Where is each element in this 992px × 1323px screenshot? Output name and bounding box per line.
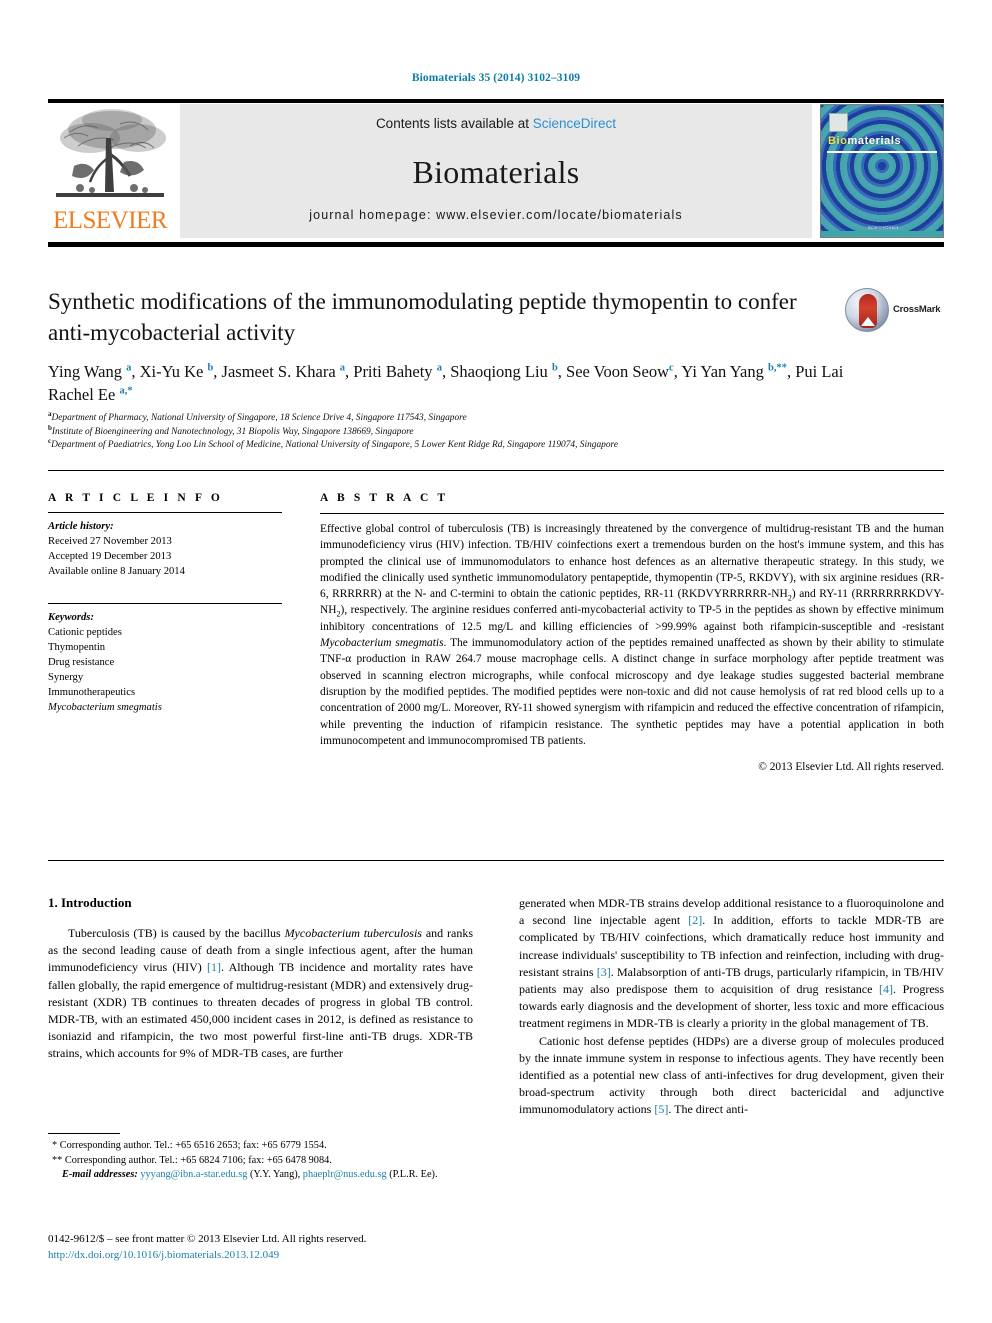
cover-footer-text: ScienceDirect [867, 225, 899, 230]
page-title: Synthetic modifications of the immunomod… [48, 289, 797, 345]
section-heading-introduction: 1. Introduction [48, 895, 132, 910]
email-owner-2: (P.L.R. Ee). [389, 1169, 438, 1181]
keyword-item: Drug resistance [48, 657, 115, 668]
masthead-center-band: Contents lists available at ScienceDirec… [180, 104, 812, 238]
journal-cover-thumbnail: Biomaterials ScienceDirect [820, 104, 944, 238]
affiliation-list: aDepartment of Pharmacy, National Univer… [48, 409, 618, 451]
body-column-left: 1. Introduction Tuberculosis (TB) is cau… [48, 895, 473, 1063]
elsevier-wordmark: ELSEVIER [52, 207, 168, 234]
footnote-corresponding-1: * Corresponding author. Tel.: +65 6516 2… [52, 1140, 327, 1151]
journal-title: Biomaterials [412, 154, 580, 190]
article-info-rule [48, 512, 282, 513]
footnote-corresponding-2: ** Corresponding author. Tel.: +65 6824 … [52, 1154, 332, 1166]
intro-paragraph-1: Tuberculosis (TB) is caused by the bacil… [48, 926, 474, 1061]
footnote-emails: E-mail addresses: yyyang@ibn.a-star.edu.… [62, 1169, 438, 1181]
article-info-heading: A R T I C L E I N F O [48, 492, 223, 504]
journal-homepage-link[interactable]: journal homepage: www.elsevier.com/locat… [180, 208, 812, 222]
crossmark-badge[interactable]: CrossMark [845, 288, 945, 334]
elsevier-logo: ELSEVIER [48, 104, 172, 238]
paper-page: Biomaterials 35 (2014) 3102–3109 ELSEVIE… [0, 0, 992, 1323]
footer-imprint: 0142-9612/$ – see front matter © 2013 El… [48, 1232, 568, 1263]
email-link-1[interactable]: yyyang@ibn.a-star.edu.sg [140, 1169, 247, 1180]
email-link-2[interactable]: phaeplr@nus.edu.sg [303, 1169, 387, 1180]
keywords-block: Keywords: Cationic peptides Thymopentin … [48, 603, 284, 715]
abstract-rule [320, 513, 944, 514]
doi-link[interactable]: http://dx.doi.org/10.1016/j.biomaterials… [48, 1248, 568, 1264]
keyword-item: Cationic peptides [48, 627, 122, 638]
abstract-column: A B S T R A C T Effective global control… [320, 492, 944, 773]
crossmark-label: CrossMark [893, 304, 941, 315]
cover-title-rest: materials [847, 135, 902, 147]
author-list: Ying Wang a, Xi-Yu Ke b, Jasmeet S. Khar… [48, 362, 844, 404]
email-owner-1: (Y.Y. Yang) [249, 1169, 298, 1181]
keyword-item-italic: Mycobacterium smegmatis [48, 702, 162, 713]
issn-line: 0142-9612/$ – see front matter © 2013 El… [48, 1233, 367, 1245]
running-head: Biomaterials 35 (2014) 3102–3109 [411, 72, 581, 84]
footnote-block: * Corresponding author. Tel.: +65 6516 2… [48, 1139, 473, 1183]
abstract-body: Effective global control of tuberculosis… [320, 523, 945, 747]
keyword-item: Thymopentin [48, 642, 106, 653]
intro-paragraph-1-continued: generated when MDR-TB strains develop ad… [519, 896, 944, 1031]
info-band-bottom-rule [48, 860, 944, 861]
article-history-accepted: Accepted 19 December 2013 [48, 551, 172, 562]
cover-title: Biomaterials [828, 135, 901, 147]
masthead-bottom-rule [48, 242, 944, 247]
keywords-label: Keywords: [48, 612, 94, 623]
cover-title-underline [827, 151, 937, 153]
article-history-online: Available online 8 January 2014 [48, 566, 185, 577]
article-history-label: Article history: [48, 521, 114, 532]
keyword-item: Synergy [48, 672, 84, 683]
email-addresses-label: E-mail addresses: [62, 1169, 138, 1181]
elsevier-tree-icon [56, 109, 166, 197]
sciencedirect-link[interactable]: ScienceDirect [533, 116, 616, 131]
keywords-rule [48, 603, 282, 604]
cover-title-bio: Bio [828, 135, 848, 147]
journal-masthead: ELSEVIER Contents lists available at Sci… [48, 100, 944, 242]
crossmark-arrow-icon [861, 317, 875, 326]
body-column-right: generated when MDR-TB strains develop ad… [519, 895, 944, 1119]
intro-paragraph-2: Cationic host defense peptides (HDPs) ar… [519, 1033, 944, 1117]
cover-publisher-badge-icon [829, 113, 848, 132]
abstract-heading: A B S T R A C T [320, 492, 449, 504]
article-history-received: Received 27 November 2013 [48, 536, 172, 547]
abstract-copyright: © 2013 Elsevier Ltd. All rights reserved… [758, 761, 944, 774]
crossmark-circle-icon [845, 288, 889, 332]
keyword-item: Immunotherapeutics [48, 687, 136, 698]
footnote-rule [48, 1133, 120, 1134]
article-info-column: A R T I C L E I N F O Article history: R… [48, 492, 284, 715]
info-band-top-rule [48, 470, 944, 471]
contents-list-line: Contents lists available at ScienceDirec… [180, 116, 812, 131]
contents-list-prefix: Contents lists available at [375, 116, 533, 131]
